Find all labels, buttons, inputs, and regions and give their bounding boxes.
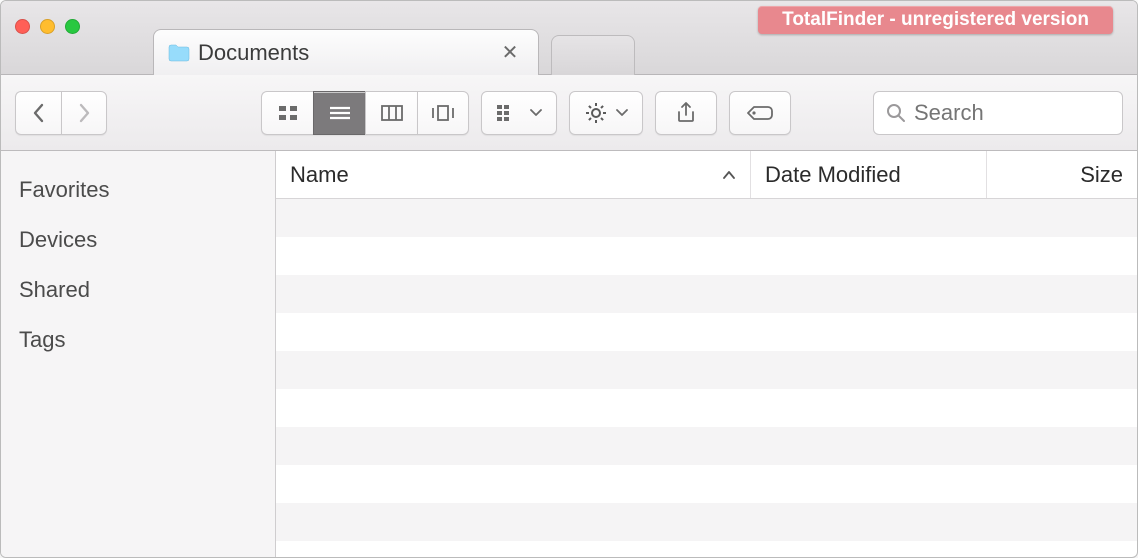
- close-tab-icon[interactable]: ✕: [500, 40, 520, 65]
- list-row: [276, 351, 1137, 389]
- group-icon: [496, 104, 522, 122]
- nav-buttons: [15, 91, 107, 135]
- tab-documents[interactable]: Documents ✕: [153, 29, 539, 75]
- tab-label: Documents: [198, 40, 309, 66]
- search-input[interactable]: [914, 100, 1110, 126]
- list-row: [276, 275, 1137, 313]
- columns-icon: [380, 104, 404, 122]
- grid-icon: [277, 104, 299, 122]
- column-date-modified[interactable]: Date Modified: [751, 151, 987, 198]
- body: Favorites Devices Shared Tags Name Date …: [1, 151, 1137, 557]
- forward-button[interactable]: [61, 91, 107, 135]
- tags-button[interactable]: [729, 91, 791, 135]
- back-button[interactable]: [15, 91, 61, 135]
- gallery-view-button[interactable]: [417, 91, 469, 135]
- sidebar-header-shared[interactable]: Shared: [19, 277, 257, 303]
- unregistered-banner: TotalFinder - unregistered version: [758, 6, 1113, 34]
- gear-icon: [584, 101, 608, 125]
- list-row: [276, 237, 1137, 275]
- tabs: Documents ✕: [153, 13, 635, 75]
- action-button[interactable]: [569, 91, 643, 135]
- column-view-button[interactable]: [365, 91, 417, 135]
- sidebar-header-tags[interactable]: Tags: [19, 327, 257, 353]
- list-row: [276, 427, 1137, 465]
- search-icon: [886, 103, 906, 123]
- toolbar: [1, 75, 1137, 151]
- list-icon: [328, 104, 352, 122]
- column-name[interactable]: Name: [276, 151, 751, 198]
- sidebar: Favorites Devices Shared Tags: [1, 151, 276, 557]
- list-row: [276, 389, 1137, 427]
- share-icon: [676, 101, 696, 125]
- search-field[interactable]: [873, 91, 1123, 135]
- close-window-button[interactable]: [15, 19, 30, 34]
- view-buttons: [261, 91, 469, 135]
- tag-icon: [746, 103, 774, 123]
- folder-icon: [168, 44, 190, 62]
- column-size-label: Size: [1080, 162, 1123, 188]
- sidebar-header-favorites[interactable]: Favorites: [19, 177, 257, 203]
- list-row: [276, 199, 1137, 237]
- coverflow-icon: [430, 104, 456, 122]
- column-headers: Name Date Modified Size: [276, 151, 1137, 199]
- finder-window: TotalFinder - unregistered version Docum…: [0, 0, 1138, 558]
- column-size[interactable]: Size: [987, 151, 1137, 198]
- sort-ascending-icon: [722, 165, 736, 185]
- sidebar-header-devices[interactable]: Devices: [19, 227, 257, 253]
- minimize-window-button[interactable]: [40, 19, 55, 34]
- window-controls: [15, 19, 80, 34]
- column-name-label: Name: [290, 162, 349, 188]
- list-row: [276, 503, 1137, 541]
- file-rows: [276, 199, 1137, 557]
- chevron-right-icon: [77, 103, 91, 123]
- new-tab-button[interactable]: [551, 35, 635, 75]
- chevron-down-icon: [616, 109, 628, 117]
- chevron-left-icon: [32, 103, 46, 123]
- list-view-button[interactable]: [313, 91, 365, 135]
- icon-view-button[interactable]: [261, 91, 313, 135]
- list-row: [276, 465, 1137, 503]
- share-button[interactable]: [655, 91, 717, 135]
- group-by-button[interactable]: [481, 91, 557, 135]
- titlebar: TotalFinder - unregistered version Docum…: [1, 1, 1137, 75]
- chevron-down-icon: [530, 109, 542, 117]
- file-list: Name Date Modified Size: [276, 151, 1137, 557]
- column-date-label: Date Modified: [765, 162, 901, 188]
- list-row: [276, 313, 1137, 351]
- zoom-window-button[interactable]: [65, 19, 80, 34]
